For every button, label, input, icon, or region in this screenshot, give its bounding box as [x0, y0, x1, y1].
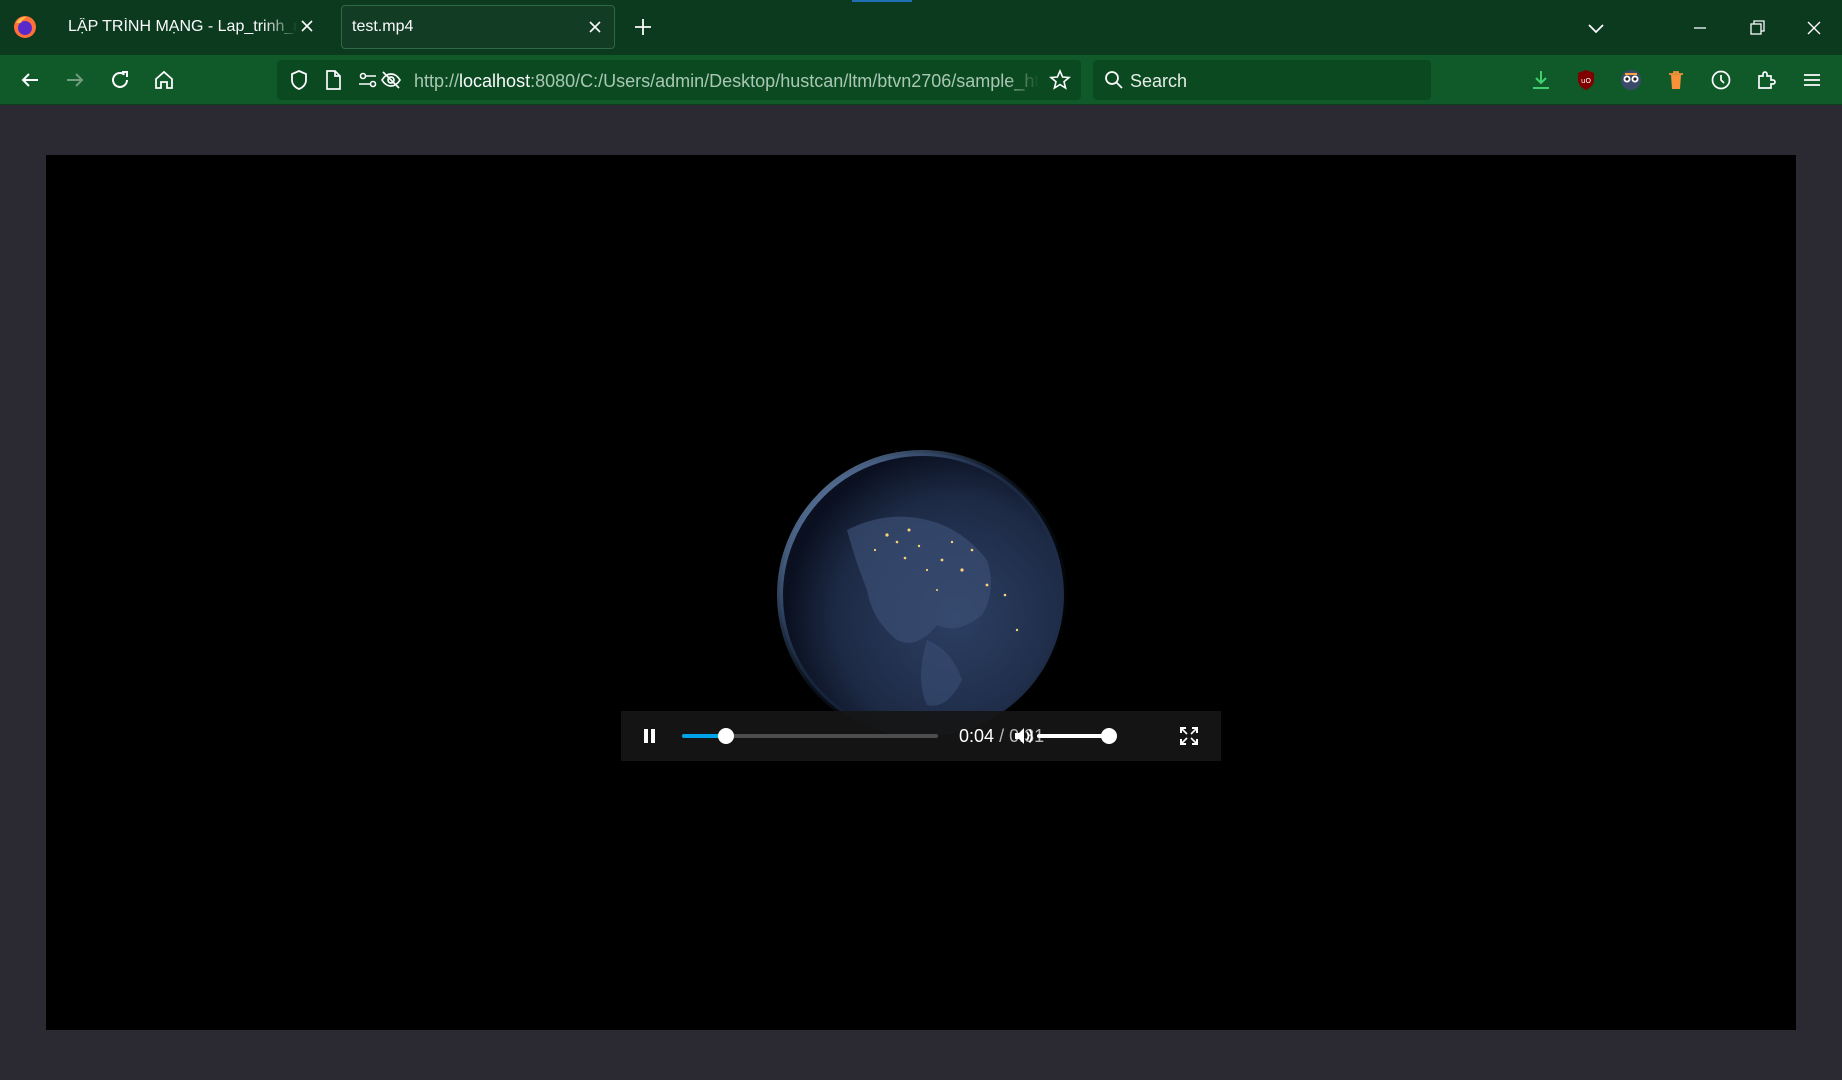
search-icon: [1105, 71, 1123, 89]
search-bar[interactable]: Search: [1093, 60, 1431, 100]
minimize-icon[interactable]: [1686, 14, 1714, 42]
page-content: 0:04 / 0:31: [0, 106, 1842, 1080]
navigation-toolbar: http://localhost:8080/C:/Users/admin/Des…: [0, 55, 1842, 105]
fullscreen-icon[interactable]: [1176, 723, 1202, 749]
reload-icon[interactable]: [107, 67, 133, 93]
close-tab-icon[interactable]: [586, 18, 604, 36]
page-icon[interactable]: [320, 67, 346, 93]
home-icon[interactable]: [151, 67, 177, 93]
current-time: 0:04: [959, 726, 995, 746]
url-text[interactable]: http://localhost:8080/C:/Users/admin/Des…: [414, 71, 1039, 92]
close-window-icon[interactable]: [1800, 14, 1828, 42]
time-separator: /: [999, 726, 1005, 746]
video-controls: 0:04 / 0:31: [621, 711, 1221, 761]
video-player[interactable]: 0:04 / 0:31: [46, 155, 1796, 1030]
forward-icon: [67, 73, 84, 87]
restore-icon[interactable]: [1743, 14, 1771, 42]
earth-video-frame: [777, 450, 1067, 740]
extensions-icon[interactable]: [1753, 67, 1779, 93]
list-all-tabs-icon[interactable]: [1582, 14, 1610, 42]
volume-fill: [1037, 734, 1109, 738]
url-path: :8080/C:/Users/admin/Desktop/hustcan/ltm…: [530, 71, 1039, 91]
shield-icon[interactable]: [286, 67, 312, 93]
tab-lap-trinh-mang[interactable]: LẬP TRÌNH MẠNG - Lap_trinh_mang: [54, 5, 326, 49]
back-icon[interactable]: [17, 67, 43, 93]
ublock-icon[interactable]: uO: [1573, 67, 1599, 93]
extension-mask-icon[interactable]: [1618, 67, 1644, 93]
volume-icon[interactable]: [1011, 723, 1037, 749]
trash-icon[interactable]: [1663, 67, 1689, 93]
tracking-blocked-icon[interactable]: [378, 67, 404, 93]
drag-indicator: [852, 0, 912, 2]
new-tab-icon[interactable]: [631, 15, 655, 39]
history-icon[interactable]: [1708, 67, 1734, 93]
url-host: localhost: [459, 71, 531, 91]
search-input[interactable]: Search: [1130, 71, 1187, 92]
seek-thumb[interactable]: [717, 728, 734, 744]
volume-thumb[interactable]: [1101, 728, 1117, 744]
svg-text:uO: uO: [1581, 77, 1591, 85]
pause-icon[interactable]: [636, 723, 662, 749]
menu-icon[interactable]: [1799, 67, 1825, 93]
seek-slider[interactable]: [682, 728, 938, 744]
tab-title: LẬP TRÌNH MẠNG - Lap_trinh_mang: [68, 18, 298, 35]
tab-test-mp4[interactable]: test.mp4: [341, 5, 615, 49]
url-scheme: http://: [414, 71, 460, 91]
title-bar: LẬP TRÌNH MẠNG - Lap_trinh_mang test.mp4: [0, 0, 1842, 55]
firefox-logo-icon: [14, 16, 36, 38]
volume-slider[interactable]: [1037, 728, 1117, 744]
bookmark-star-icon[interactable]: [1047, 67, 1073, 93]
url-bar[interactable]: http://localhost:8080/C:/Users/admin/Des…: [277, 60, 1081, 100]
close-tab-icon[interactable]: [298, 17, 316, 35]
tab-title: test.mp4: [352, 18, 414, 35]
download-icon[interactable]: [1528, 67, 1554, 93]
